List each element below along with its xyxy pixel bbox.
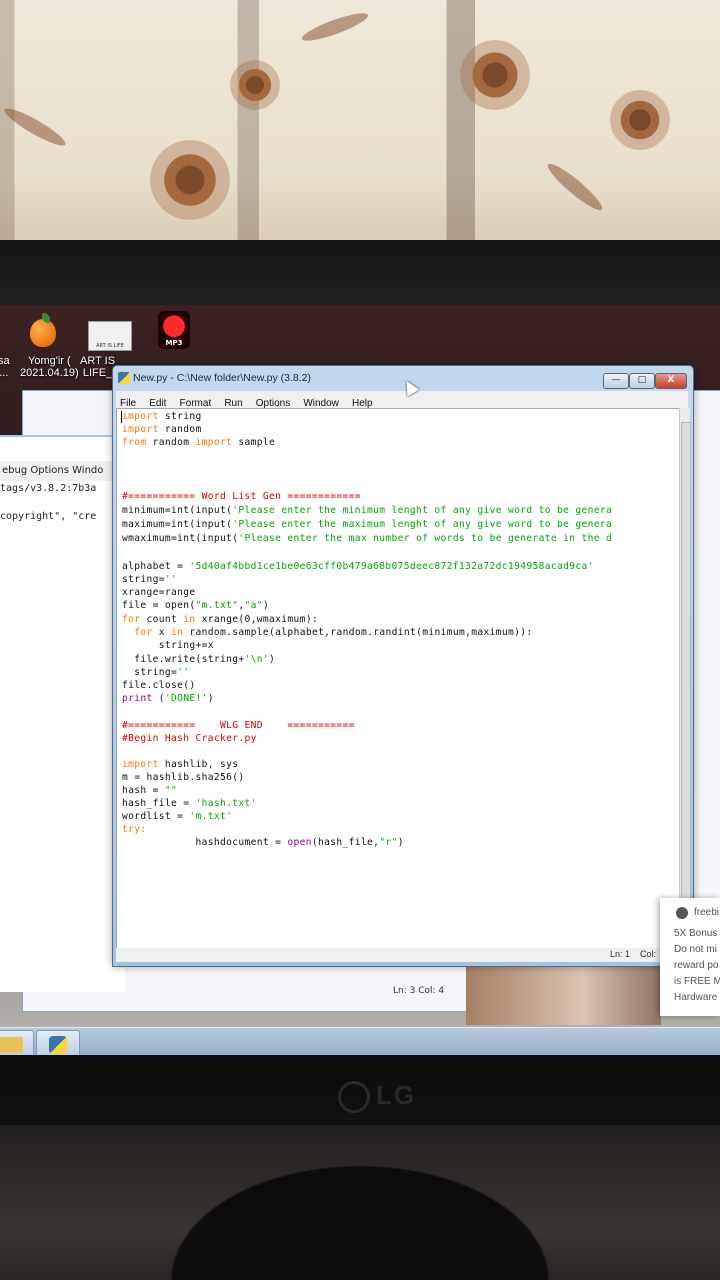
code-line: hashdocument = open(hash_file,"r") (122, 837, 404, 848)
code-line: import hashlib, sys (122, 759, 239, 770)
shell-menubar[interactable]: ebug Options Windo (0, 461, 127, 481)
background-photo-thumbnail (466, 960, 661, 1025)
notification-line: 5X Bonus (674, 928, 718, 939)
vertical-scrollbar[interactable] (679, 408, 691, 948)
curtain-flower (460, 40, 530, 110)
python-shell-window[interactable]: ebug Options Windo tags/v3.8.2:7b3a copy… (0, 435, 127, 992)
code-line: from random import sample (122, 437, 276, 448)
shell-line-2: copyright", "cre (0, 511, 97, 522)
app-icon (676, 907, 688, 919)
code-line: hash = "" (122, 785, 178, 796)
code-line: for x in random.sample(alphabet,random.r… (122, 627, 533, 638)
minimize-button[interactable]: — (603, 373, 629, 389)
curtain-leaf (299, 8, 371, 46)
code-line: import string (122, 411, 202, 422)
code-line: hash_file = 'hash.txt' (122, 798, 257, 809)
code-line: wordlist = 'm.txt' (122, 811, 233, 822)
notification-line: is FREE MO (674, 976, 720, 987)
code-line: for count in xrange(0,wmaximum): (122, 614, 319, 625)
code-line: maximum=int(input('Please enter the maxi… (122, 519, 613, 530)
monitor-top-bezel (0, 240, 720, 310)
code-line: file.write(string+'\n') (122, 654, 276, 665)
desktop-icon-label-1[interactable]: Yomg'ir (2021.04.19) (20, 355, 79, 379)
desktop-label-left: sa... (0, 355, 10, 379)
code-line: wmaximum=int(input('Please enter the max… (122, 533, 613, 544)
shell-line-1: tags/v3.8.2:7b3a (0, 483, 97, 494)
code-comment: #Begin Hash Cracker.py (122, 733, 257, 744)
code-line: import random (122, 424, 202, 435)
status-bar: Ln: 1 Col: (116, 948, 688, 962)
monitor-brand-logo: LG (338, 1080, 418, 1114)
desktop-screen: sa... Yomg'ir (2021.04.19) ART IS LIFE A… (0, 305, 720, 1060)
maximize-button[interactable]: □ (629, 373, 655, 389)
window-title: New.py - C:\New folder\New.py (3.8.2) (133, 372, 311, 384)
code-line: m = hashlib.sha256() (122, 772, 245, 783)
code-comment: #=========== WLG END =========== (122, 720, 355, 731)
status-line: Ln: 1 (610, 949, 631, 959)
code-line: string='' (122, 667, 190, 678)
code-line: print ('DONE!') (122, 693, 214, 704)
python-icon (118, 372, 130, 384)
mp3-icon-text: MP3 (165, 339, 183, 347)
code-line: xrange=range (122, 587, 196, 598)
code-line: file = open("m.txt","a") (122, 600, 270, 611)
art-icon-text: ART IS LIFE (96, 343, 124, 349)
curtain-background (0, 0, 720, 250)
curtain-leaf (1, 103, 69, 151)
curtain-flower (150, 140, 230, 220)
close-button[interactable]: X (655, 373, 687, 389)
monitor-stand (120, 1135, 600, 1280)
notification-line: Hardware (674, 992, 718, 1003)
fl-studio-icon[interactable] (30, 313, 60, 349)
notification-line: Do not mi (674, 944, 717, 955)
status-col: Col: (640, 949, 657, 959)
mp3-file-icon[interactable]: MP3 (158, 311, 190, 349)
code-line: minimum=int(input('Please enter the mini… (122, 505, 613, 516)
code-line: string='' (122, 574, 178, 585)
curtain-flower (610, 90, 670, 150)
code-line: file.close() (122, 680, 196, 691)
code-line: alphabet = '5d40af4bbd1ce1be0e63cff0b479… (122, 561, 594, 572)
menubar: File Edit Format Run Options Window Help (116, 391, 688, 409)
desktop-icon-label-2[interactable]: ART IS LIFE_ (80, 355, 115, 379)
folder-icon (0, 1037, 23, 1053)
code-editor[interactable]: import string import random from random … (116, 408, 680, 950)
background-window-status: Ln: 3 Col: 4 (393, 986, 445, 996)
notification-popup[interactable]: freebi 5X Bonus Do not mi reward po is F… (660, 898, 720, 1016)
code-line: string+=x (122, 640, 214, 651)
code-line: try: (122, 824, 147, 835)
curtain-flower (230, 60, 280, 110)
scrollbar-thumb[interactable] (681, 422, 691, 944)
code-comment: #=========== Word List Gen ============ (122, 491, 361, 502)
notification-line: reward po (674, 960, 719, 971)
python-icon (49, 1036, 67, 1054)
idle-editor-window[interactable]: New.py - C:\New folder\New.py (3.8.2) — … (112, 365, 694, 967)
curtain-leaf (543, 159, 607, 215)
notification-app: freebi (694, 907, 720, 918)
art-is-life-icon[interactable]: ART IS LIFE (88, 321, 132, 351)
